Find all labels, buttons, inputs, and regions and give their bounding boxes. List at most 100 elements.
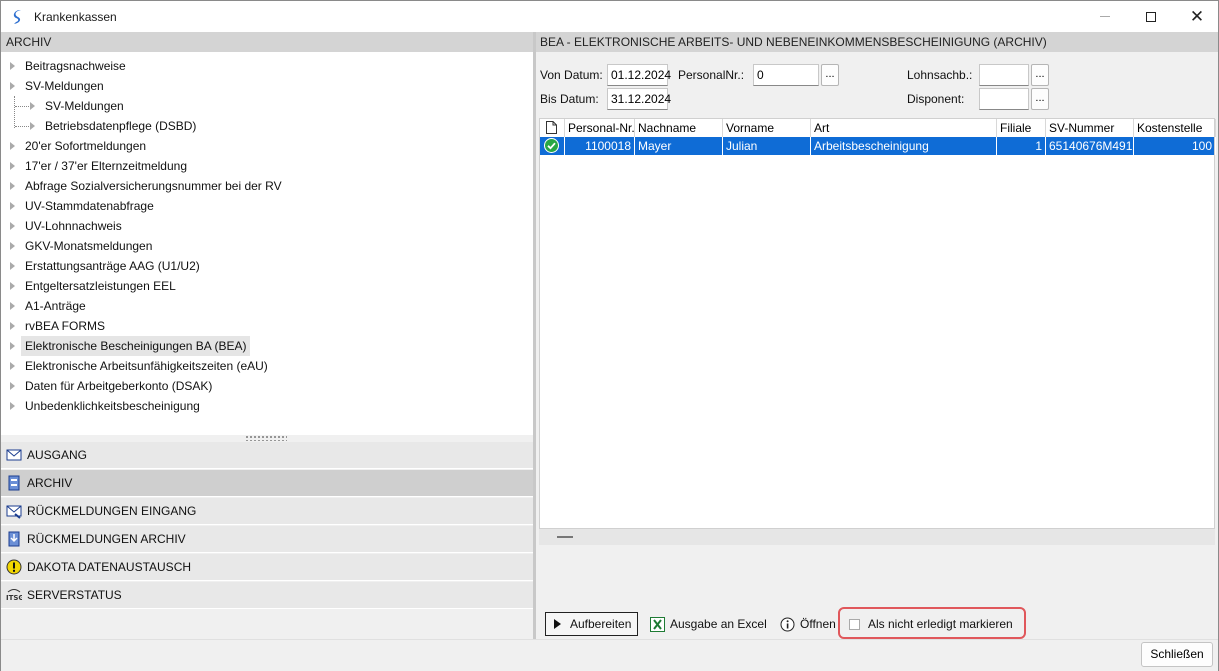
mark-not-done-label: Als nicht erledigt markieren xyxy=(868,617,1013,631)
nav-item[interactable]: ARCHIV xyxy=(1,470,533,497)
nav-item-label: SERVERSTATUS xyxy=(27,588,122,602)
tree-item[interactable]: UV-Lohnnachweis xyxy=(10,216,122,236)
vertical-splitter[interactable] xyxy=(533,32,536,639)
expand-arrow-icon[interactable] xyxy=(10,262,15,270)
personal-nr-lookup-button[interactable]: ... xyxy=(821,64,839,86)
cell-vorname: Julian xyxy=(723,137,811,155)
checkbox-box[interactable] xyxy=(849,618,860,630)
bis-datum-input[interactable]: 31.12.2024 xyxy=(607,88,671,110)
lohnsachb-lookup-button[interactable]: ... xyxy=(1031,64,1049,86)
expand-arrow-icon[interactable] xyxy=(10,222,15,230)
minimize-button[interactable] xyxy=(1082,1,1128,32)
expand-arrow-icon[interactable] xyxy=(10,342,15,350)
tree-item-label: 17'er / 37'er Elternzeitmeldung xyxy=(25,159,188,173)
expand-arrow-icon[interactable] xyxy=(10,82,15,90)
von-datum-input[interactable]: 01.12.2024 xyxy=(607,64,671,86)
expand-arrow-icon[interactable] xyxy=(10,362,15,370)
column-header[interactable]: Nachname xyxy=(635,119,723,137)
expand-arrow-icon[interactable] xyxy=(10,282,15,290)
minimize-icon xyxy=(1100,16,1110,17)
cell-filiale: 1 xyxy=(997,137,1046,155)
expand-arrow-icon[interactable] xyxy=(10,202,15,210)
tree-connector xyxy=(15,106,31,107)
personal-nr-label: PersonalNr.: xyxy=(678,68,745,82)
aufbereiten-button[interactable]: Aufbereiten xyxy=(545,612,639,636)
disponent-lookup-button[interactable]: ... xyxy=(1031,88,1049,110)
column-header[interactable]: Vorname xyxy=(723,119,811,137)
tree-item[interactable]: Abfrage Sozialversicherungsnummer bei de… xyxy=(10,176,282,196)
nav-item[interactable]: RÜCKMELDUNGEN ARCHIV xyxy=(1,526,533,553)
expand-arrow-icon[interactable] xyxy=(10,382,15,390)
tree-item-label: Elektronische Arbeitsunfähigkeitszeiten … xyxy=(25,359,268,373)
expand-arrow-icon[interactable] xyxy=(10,402,15,410)
disponent-input[interactable] xyxy=(979,88,1029,110)
tree-item[interactable]: rvBEA FORMS xyxy=(10,316,105,336)
lohnsachb-label: Lohnsachb.: xyxy=(907,68,973,82)
info-icon xyxy=(780,617,795,631)
grid-header: Personal-Nr. Nachname Vorname Art Filiale SV-… xyxy=(540,119,1216,137)
tree-item[interactable]: GKV-Monatsmeldungen xyxy=(10,236,152,256)
expand-arrow-icon[interactable] xyxy=(10,242,15,250)
itsg-icon: ITSG xyxy=(6,587,24,603)
tree-item-label: rvBEA FORMS xyxy=(25,319,106,333)
nav-item-label: RÜCKMELDUNGEN ARCHIV xyxy=(27,532,186,546)
tree-item[interactable]: Unbedenklichkeitsbescheinigung xyxy=(10,396,200,416)
tree-item[interactable]: Daten für Arbeitgeberkonto (DSAK) xyxy=(10,376,212,396)
tree-item-label: Entgeltersatzleistungen EEL xyxy=(25,279,176,293)
maximize-icon xyxy=(1146,11,1156,22)
column-header[interactable]: Art xyxy=(811,119,997,137)
cell-nachname: Mayer xyxy=(635,137,723,155)
tree-item[interactable]: Erstattungsanträge AAG (U1/U2) xyxy=(10,256,200,276)
tree-connector xyxy=(14,96,15,128)
cell-personal: 1100018 xyxy=(565,137,635,155)
schliessen-button[interactable]: Schließen xyxy=(1141,642,1213,667)
tree-item[interactable]: Beitragsnachweise xyxy=(10,56,126,76)
tree-item[interactable]: SV-Meldungen xyxy=(30,96,124,116)
window-title: Krankenkassen xyxy=(34,9,117,24)
tree-item[interactable]: Betriebsdatenpflege (DSBD) xyxy=(30,116,196,136)
tree-item[interactable]: UV-Stammdatenabfrage xyxy=(10,196,154,216)
expand-arrow-icon[interactable] xyxy=(10,62,15,70)
expand-arrow-icon[interactable] xyxy=(10,302,15,310)
expand-arrow-icon[interactable] xyxy=(10,142,15,150)
aufbereiten-label: Aufbereiten xyxy=(570,617,632,631)
column-header[interactable]: Filiale xyxy=(997,119,1046,137)
expand-arrow-icon[interactable] xyxy=(10,182,15,190)
expand-arrow-icon[interactable] xyxy=(30,102,35,110)
results-grid[interactable]: Personal-Nr. Nachname Vorname Art Filiale SV-… xyxy=(539,118,1216,529)
tree-item[interactable]: SV-Meldungen xyxy=(10,76,104,96)
expand-arrow-icon[interactable] xyxy=(10,162,15,170)
table-row[interactable]: 1100018 Mayer Julian Arbeitsbescheinigung 1 6… xyxy=(540,137,1216,155)
tree-item[interactable]: Entgeltersatzleistungen EEL xyxy=(10,276,176,296)
personal-nr-input[interactable]: 0 xyxy=(753,64,819,86)
column-header[interactable]: Personal-Nr. xyxy=(565,119,635,137)
column-header[interactable]: SV-Nummer xyxy=(1046,119,1134,137)
tree-item[interactable]: A1-Anträge xyxy=(10,296,86,316)
column-header[interactable]: Kostenstelle xyxy=(1134,119,1216,137)
maximize-button[interactable] xyxy=(1128,1,1174,32)
tree-item[interactable]: Elektronische Bescheinigungen BA (BEA) xyxy=(10,336,251,356)
app-logo-icon xyxy=(13,9,21,24)
right-panel-header: BEA - ELEKTRONISCHE ARBEITS- UND NEBENEI… xyxy=(536,32,1218,52)
mark-not-done-checkbox[interactable]: Als nicht erledigt markieren xyxy=(849,612,1013,636)
navigation-panel: AUSGANG ARCHIV RÜCKMELDUNGEN EINGANG RÜCKME… xyxy=(1,441,533,639)
svg-text:ITSG: ITSG xyxy=(6,594,22,602)
expand-arrow-icon[interactable] xyxy=(30,122,35,130)
tree-item[interactable]: Elektronische Arbeitsunfähigkeitszeiten … xyxy=(10,356,268,376)
tree-item[interactable]: 17'er / 37'er Elternzeitmeldung xyxy=(10,156,187,176)
lohnsachb-input[interactable] xyxy=(979,64,1029,86)
close-window-button[interactable]: ✕ xyxy=(1174,1,1219,32)
expand-arrow-icon[interactable] xyxy=(10,322,15,330)
main-window: Krankenkassen ✕ ARCHIV Beitragsnachweise… xyxy=(0,0,1219,671)
cell-sv: 65140676M491 xyxy=(1046,137,1134,155)
collapse-handle[interactable] xyxy=(557,536,573,538)
nav-item[interactable]: ITSG SERVERSTATUS xyxy=(1,582,533,609)
nav-item[interactable]: AUSGANG xyxy=(1,442,533,469)
nav-item[interactable]: DAKOTA DATENAUSTAUSCH xyxy=(1,554,533,581)
excel-export-button[interactable]: Ausgabe an Excel xyxy=(650,612,767,636)
nav-item[interactable]: RÜCKMELDUNGEN EINGANG xyxy=(1,498,533,525)
tree-item-label: Erstattungsanträge AAG (U1/U2) xyxy=(25,259,200,273)
bottom-bar xyxy=(1,639,1218,671)
oeffnen-button[interactable]: Öffnen xyxy=(780,612,836,636)
tree-item[interactable]: 20'er Sofortmeldungen xyxy=(10,136,146,156)
